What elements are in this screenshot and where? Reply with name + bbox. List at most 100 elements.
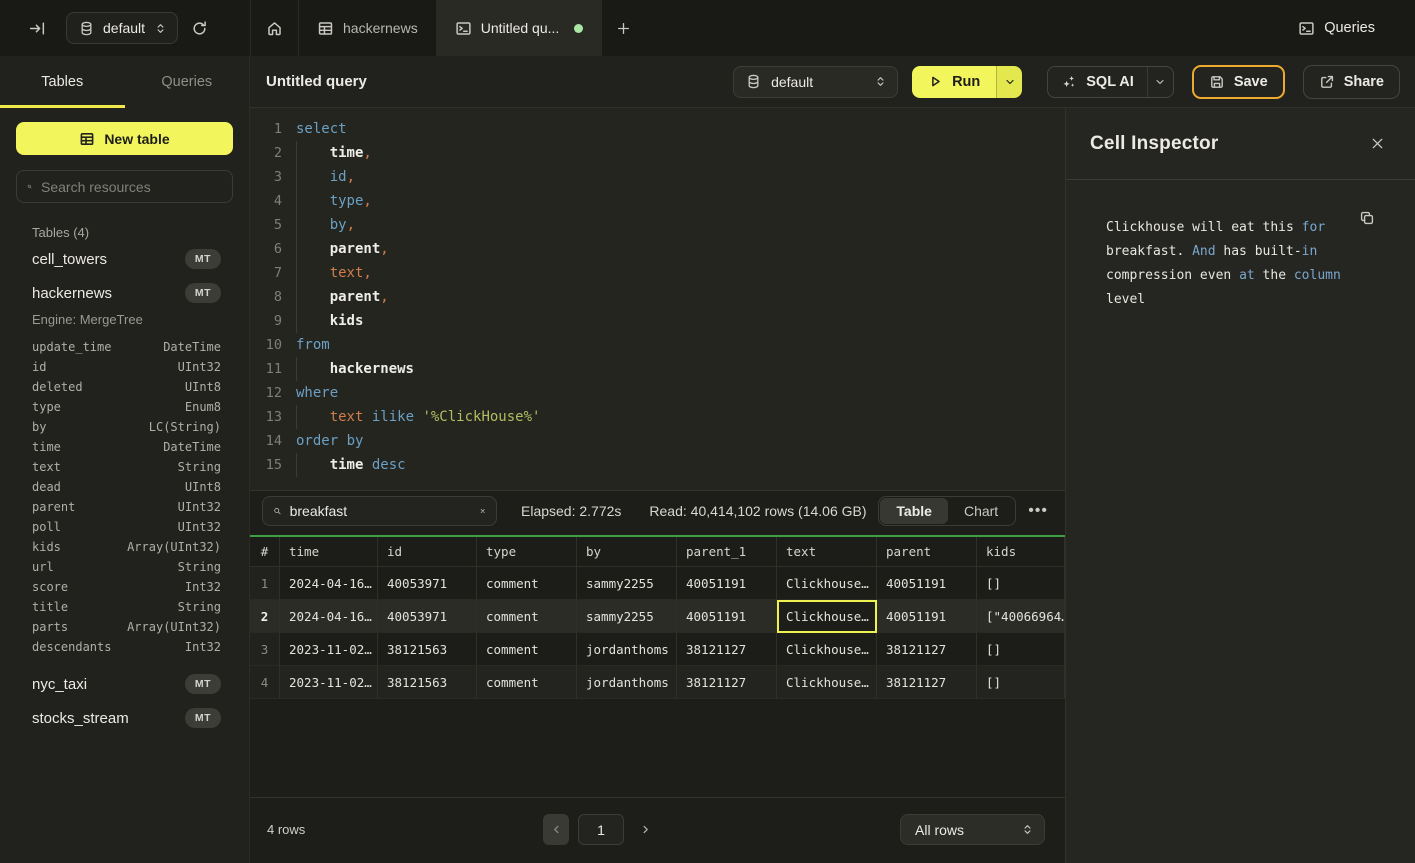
table-cell[interactable]: [] bbox=[977, 567, 1065, 600]
run-options-button[interactable] bbox=[996, 66, 1022, 98]
more-options-icon[interactable]: ••• bbox=[1028, 502, 1048, 520]
table-cell[interactable]: 40051191 bbox=[877, 567, 977, 600]
code-line[interactable]: 15time desc bbox=[250, 453, 1065, 477]
code-line[interactable]: 13text ilike '%ClickHouse%' bbox=[250, 405, 1065, 429]
table-cell[interactable]: 40051191 bbox=[677, 600, 777, 633]
close-icon[interactable] bbox=[1365, 132, 1389, 156]
code-line[interactable]: 14order by bbox=[250, 429, 1065, 453]
terminal-icon bbox=[455, 20, 472, 37]
sql-ai-button[interactable]: SQL AI bbox=[1048, 74, 1147, 90]
code-line[interactable]: 4type, bbox=[250, 189, 1065, 213]
table-cell[interactable]: ["40066964… bbox=[977, 600, 1065, 633]
table-cell[interactable]: Clickhouse… bbox=[777, 666, 877, 699]
code-line[interactable]: 3id, bbox=[250, 165, 1065, 189]
table-cell[interactable]: sammy2255 bbox=[577, 567, 677, 600]
table-cell[interactable]: [] bbox=[977, 666, 1065, 699]
table-cell[interactable]: 38121127 bbox=[677, 633, 777, 666]
table-cell[interactable]: 38121563 bbox=[378, 633, 477, 666]
code-line[interactable]: 10from bbox=[250, 333, 1065, 357]
code-line[interactable]: 6parent, bbox=[250, 237, 1065, 261]
tab-hackernews[interactable]: hackernews bbox=[298, 0, 436, 56]
table-cell[interactable]: comment bbox=[477, 600, 577, 633]
sidebar-table-stocks_stream[interactable]: stocks_streamMT bbox=[0, 701, 249, 735]
tab-home[interactable] bbox=[250, 0, 298, 56]
sidebar-table-cell_towers[interactable]: cell_towersMT bbox=[0, 242, 249, 276]
column-header[interactable]: type bbox=[477, 537, 577, 567]
table-cell[interactable]: Clickhouse… bbox=[777, 567, 877, 600]
code-line[interactable]: 5by, bbox=[250, 213, 1065, 237]
run-label: Run bbox=[952, 74, 980, 90]
tab-untitled-query[interactable]: Untitled qu... bbox=[436, 0, 602, 56]
table-cell[interactable]: Clickhouse… bbox=[777, 600, 877, 633]
new-tab-button[interactable] bbox=[601, 0, 645, 56]
table-cell[interactable]: 40051191 bbox=[677, 567, 777, 600]
column-header[interactable]: by bbox=[577, 537, 677, 567]
sidebar-table-hackernews[interactable]: hackernewsMT bbox=[0, 276, 249, 310]
table-cell[interactable]: 2024-04-16… bbox=[280, 567, 378, 600]
table-cell[interactable]: 2023-11-02… bbox=[280, 666, 378, 699]
code-line[interactable]: 1select bbox=[250, 117, 1065, 141]
table-cell[interactable]: 40053971 bbox=[378, 567, 477, 600]
copy-icon[interactable] bbox=[1359, 210, 1375, 226]
code-line[interactable]: 11hackernews bbox=[250, 357, 1065, 381]
table-cell[interactable]: comment bbox=[477, 633, 577, 666]
new-table-button[interactable]: New table bbox=[16, 122, 233, 155]
column-header[interactable]: kids bbox=[977, 537, 1065, 567]
view-toggle-chart[interactable]: Chart bbox=[948, 498, 1014, 524]
code-line[interactable]: 8parent, bbox=[250, 285, 1065, 309]
table-cell[interactable]: 40053971 bbox=[378, 600, 477, 633]
table-cell[interactable]: sammy2255 bbox=[577, 600, 677, 633]
code-line[interactable]: 7text, bbox=[250, 261, 1065, 285]
topbar-database-select[interactable]: default bbox=[66, 12, 178, 44]
prev-page-button[interactable] bbox=[543, 814, 569, 845]
sql-editor[interactable]: 1select2time,3id,4type,5by,6parent,7text… bbox=[250, 108, 1065, 490]
table-cell[interactable]: 38121127 bbox=[677, 666, 777, 699]
code-line[interactable]: 2time, bbox=[250, 141, 1065, 165]
run-button[interactable]: Run bbox=[912, 66, 996, 98]
table-cell[interactable]: [] bbox=[977, 633, 1065, 666]
table-cell[interactable]: 2023-11-02… bbox=[280, 633, 378, 666]
share-button[interactable]: Share bbox=[1303, 65, 1400, 99]
page-number-input[interactable] bbox=[578, 814, 624, 845]
column-header[interactable]: text bbox=[777, 537, 877, 567]
code-line[interactable]: 9kids bbox=[250, 309, 1065, 333]
table-cell[interactable]: 38121127 bbox=[877, 633, 977, 666]
view-toggle-table[interactable]: Table bbox=[880, 498, 948, 524]
table-column: kidsArray(UInt32) bbox=[32, 537, 221, 557]
column-header[interactable]: time bbox=[280, 537, 378, 567]
page-size-select[interactable]: All rows bbox=[900, 814, 1045, 845]
results-search-input[interactable] bbox=[290, 503, 471, 519]
sidebar-tab-tables[interactable]: Tables bbox=[0, 56, 125, 108]
column-header[interactable]: parent_1 bbox=[677, 537, 777, 567]
table-cell[interactable]: 40051191 bbox=[877, 600, 977, 633]
query-database-select[interactable]: default bbox=[733, 66, 898, 98]
sidebar-table-nyc_taxi[interactable]: nyc_taxiMT bbox=[0, 667, 249, 701]
column-header[interactable]: id bbox=[378, 537, 477, 567]
table-cell[interactable]: 38121563 bbox=[378, 666, 477, 699]
table-cell[interactable]: comment bbox=[477, 666, 577, 699]
clear-icon[interactable] bbox=[479, 505, 486, 517]
code-line[interactable]: 12where bbox=[250, 381, 1065, 405]
sql-ai-options-button[interactable] bbox=[1147, 67, 1173, 97]
table-cell[interactable]: comment bbox=[477, 567, 577, 600]
table-cell[interactable]: 38121127 bbox=[877, 666, 977, 699]
next-page-button[interactable] bbox=[632, 814, 658, 845]
save-button[interactable]: Save bbox=[1192, 65, 1285, 99]
column-header[interactable]: parent bbox=[877, 537, 977, 567]
queries-button[interactable]: Queries bbox=[1298, 20, 1415, 37]
line-number: 3 bbox=[250, 165, 282, 189]
table-name: cell_towers bbox=[32, 251, 107, 268]
table-cell[interactable]: 2024-04-16… bbox=[280, 600, 378, 633]
table-cell[interactable]: Clickhouse… bbox=[777, 633, 877, 666]
sidebar-tab-queries[interactable]: Queries bbox=[125, 56, 250, 108]
database-icon bbox=[746, 74, 761, 89]
table-cell[interactable]: jordanthoms bbox=[577, 633, 677, 666]
resource-search-input[interactable] bbox=[41, 179, 222, 195]
code-text: type, bbox=[296, 189, 372, 213]
column-header[interactable]: # bbox=[250, 537, 280, 567]
rows-count: 4 rows bbox=[267, 822, 305, 837]
collapse-sidebar-icon[interactable] bbox=[22, 13, 52, 43]
refresh-icon[interactable] bbox=[184, 13, 214, 43]
engine-badge: MT bbox=[185, 283, 221, 303]
table-cell[interactable]: jordanthoms bbox=[577, 666, 677, 699]
